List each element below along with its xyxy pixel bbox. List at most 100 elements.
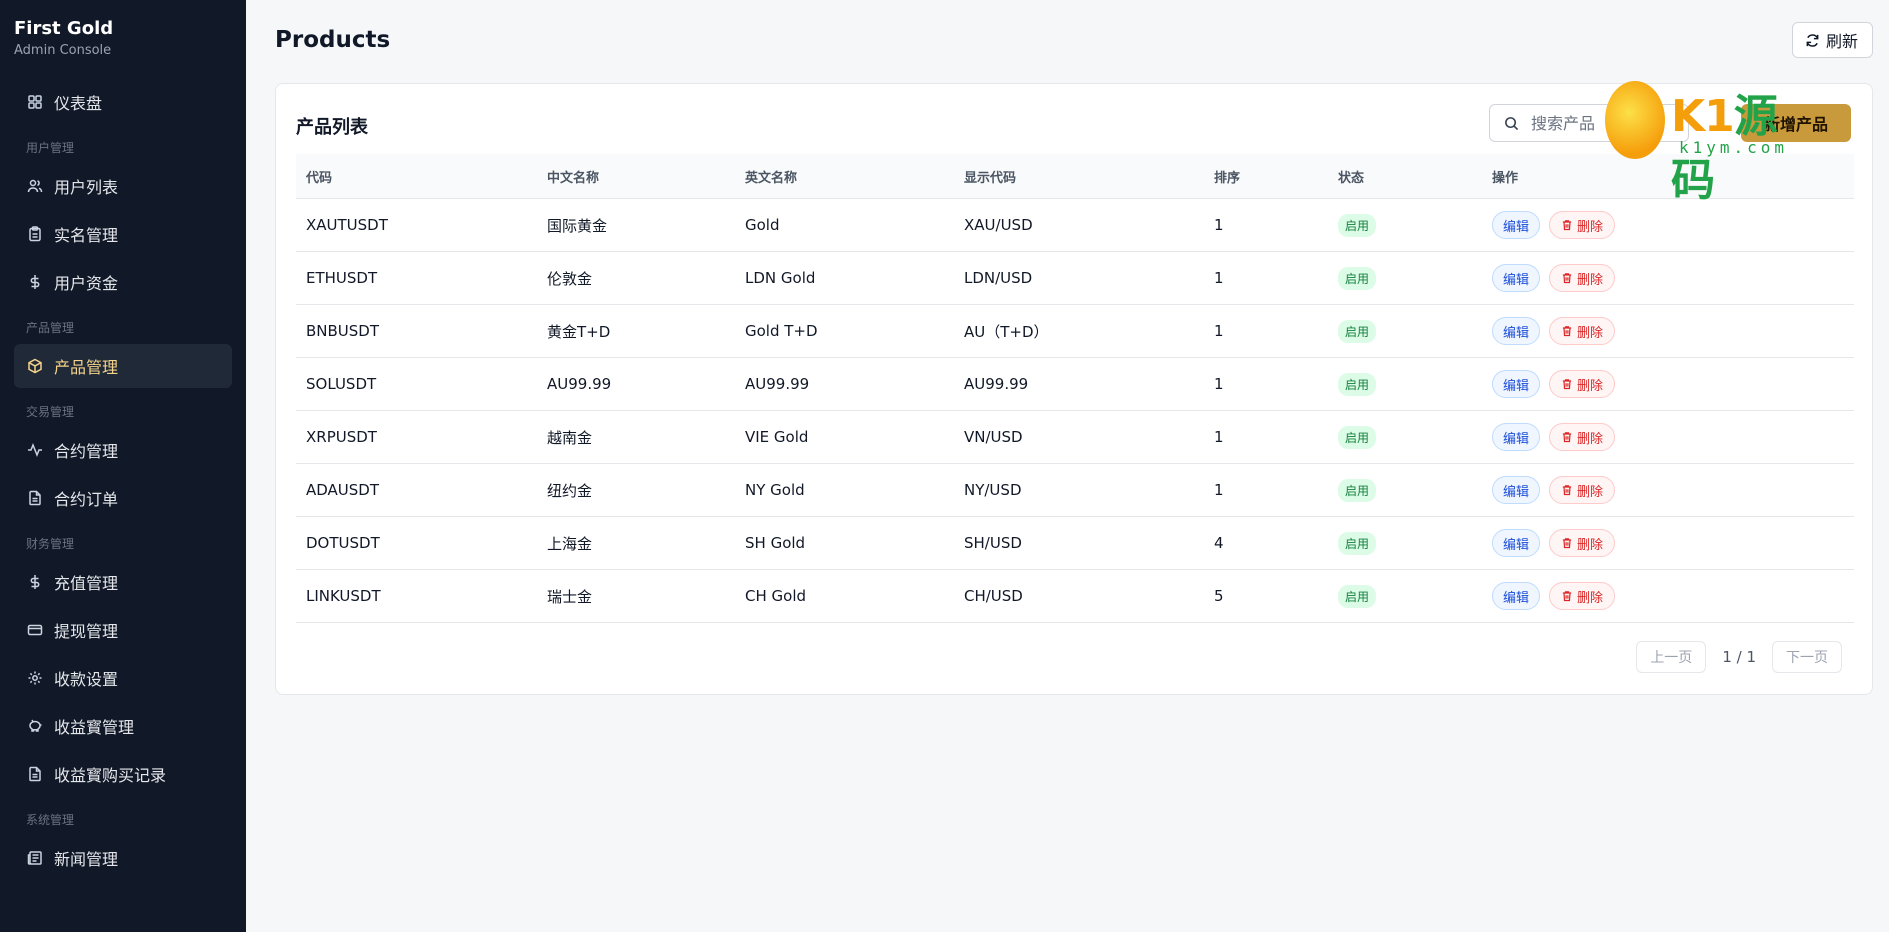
status-badge: 启用 [1338, 478, 1377, 502]
status-badge: 启用 [1338, 584, 1377, 608]
column-header-en-name: 英文名称 [745, 170, 798, 186]
page-title: Products [275, 27, 391, 53]
brand-name: First Gold [14, 18, 114, 39]
edit-button[interactable]: 编辑 [1492, 317, 1541, 345]
delete-button[interactable]: 删除 [1549, 317, 1616, 345]
edit-button[interactable]: 编辑 [1492, 423, 1541, 451]
cell-display-code: AU99.99 [964, 375, 1029, 393]
table-row: BNBUSDT 黄金T+D Gold T+D AU（T+D） 1 启用 编辑 删除 [296, 305, 1854, 358]
edit-button[interactable]: 编辑 [1492, 370, 1541, 398]
status-badge: 启用 [1338, 319, 1377, 343]
card-icon [27, 622, 43, 638]
sidebar-item-label: 收款设置 [54, 670, 119, 689]
sidebar-item-contracts[interactable]: 合约管理 [14, 428, 232, 472]
column-header-sort: 排序 [1214, 170, 1241, 186]
cell-sort: 1 [1214, 269, 1224, 287]
delete-label: 删除 [1577, 537, 1604, 553]
prev-page-button[interactable]: 上一页 [1636, 641, 1707, 673]
refresh-button[interactable]: 刷新 [1791, 22, 1873, 58]
delete-button[interactable]: 删除 [1549, 211, 1616, 239]
sidebar-item-contract-orders[interactable]: 合约订单 [14, 476, 232, 520]
cell-display-code: AU（T+D） [964, 322, 1049, 341]
watermark-logo: K1源码 k1ym.com [1605, 78, 1815, 206]
sidebar-item-label: 实名管理 [54, 226, 119, 245]
trash-icon [1561, 537, 1573, 549]
delete-button[interactable]: 删除 [1549, 582, 1616, 610]
edit-button[interactable]: 编辑 [1492, 582, 1541, 610]
sidebar-item-label: 合约订单 [54, 490, 119, 509]
trash-icon [1561, 325, 1573, 337]
sidebar-item-payment-settings[interactable]: 收款设置 [14, 656, 232, 700]
gear-icon [27, 670, 43, 686]
sidebar-item-dashboard[interactable]: 仪表盘 [14, 80, 232, 124]
cell-cn-name: 伦敦金 [547, 269, 593, 288]
sidebar-item-news[interactable]: 新闻管理 [14, 836, 232, 880]
delete-button[interactable]: 删除 [1549, 476, 1616, 504]
cell-en-name: Gold [745, 216, 780, 234]
cell-cn-name: 纽约金 [547, 481, 593, 500]
sidebar-item-label: 收益寳管理 [54, 718, 135, 737]
sidebar-section-title: 用户管理 [26, 141, 75, 155]
table-row: SOLUSDT AU99.99 AU99.99 AU99.99 1 启用 编辑 删除 [296, 358, 1854, 411]
watermark-domain: k1ym.com [1679, 138, 1789, 157]
cell-sort: 1 [1214, 375, 1224, 393]
edit-button[interactable]: 编辑 [1492, 264, 1541, 292]
cell-code: BNBUSDT [306, 322, 380, 340]
cell-status: 启用 [1328, 425, 1482, 449]
file-icon [27, 766, 43, 782]
refresh-label: 刷新 [1825, 32, 1858, 51]
cell-actions: 编辑 删除 [1482, 582, 1854, 610]
table-row: LINKUSDT 瑞士金 CH Gold CH/USD 5 启用 编辑 删除 [296, 570, 1854, 623]
dollar-icon [27, 274, 43, 290]
cell-status: 启用 [1328, 213, 1482, 237]
sidebar-item-verification[interactable]: 实名管理 [14, 212, 232, 256]
cell-code: ETHUSDT [306, 269, 378, 287]
delete-button[interactable]: 删除 [1549, 264, 1616, 292]
sidebar-item-label: 充值管理 [54, 574, 119, 593]
cell-actions: 编辑 删除 [1482, 264, 1854, 292]
cell-actions: 编辑 删除 [1482, 317, 1854, 345]
sidebar-item-withdrawals[interactable]: 提现管理 [14, 608, 232, 652]
search-icon [1504, 116, 1519, 131]
watermark-letters-a: K1 [1671, 91, 1735, 142]
delete-label: 删除 [1577, 378, 1604, 394]
edit-button[interactable]: 编辑 [1492, 476, 1541, 504]
column-header-display-code: 显示代码 [964, 170, 1017, 186]
sidebar-item-yield-management[interactable]: 收益寳管理 [14, 704, 232, 748]
newspaper-icon [27, 850, 43, 866]
column-header-status: 状态 [1338, 170, 1365, 186]
column-header-code: 代码 [306, 170, 333, 186]
cell-status: 启用 [1328, 584, 1482, 608]
cell-actions: 编辑 删除 [1482, 370, 1854, 398]
sidebar-section-title: 财务管理 [26, 537, 75, 551]
cell-en-name: AU99.99 [745, 375, 810, 393]
delete-button[interactable]: 删除 [1549, 529, 1616, 557]
delete-label: 删除 [1577, 325, 1604, 341]
cell-actions: 编辑 删除 [1482, 423, 1854, 451]
edit-button[interactable]: 编辑 [1492, 211, 1541, 239]
cell-en-name: Gold T+D [745, 322, 818, 340]
delete-button[interactable]: 删除 [1549, 370, 1616, 398]
piggy-bank-icon [27, 718, 43, 734]
sidebar-item-deposits[interactable]: 充值管理 [14, 560, 232, 604]
edit-button[interactable]: 编辑 [1492, 529, 1541, 557]
sidebar: First Gold Admin Console 仪表盘 用户管理 用户列表 实… [0, 0, 246, 932]
status-badge: 启用 [1338, 531, 1377, 555]
cell-code: LINKUSDT [306, 587, 381, 605]
cell-status: 启用 [1328, 478, 1482, 502]
product-table: 代码 中文名称 英文名称 显示代码 排序 状态 操作 XAUTUSDT 国际黄金 G… [296, 154, 1854, 623]
sidebar-section-title: 产品管理 [26, 321, 75, 335]
cell-display-code: XAU/USD [964, 216, 1033, 234]
sidebar-item-yield-purchases[interactable]: 收益寳购买记录 [14, 752, 232, 796]
delete-button[interactable]: 删除 [1549, 423, 1616, 451]
cell-code: XRPUSDT [306, 428, 377, 446]
trash-icon [1561, 484, 1573, 496]
next-page-button[interactable]: 下一页 [1772, 641, 1842, 673]
cell-actions: 编辑 删除 [1482, 211, 1854, 239]
trash-icon [1561, 272, 1573, 284]
sidebar-item-user-funds[interactable]: 用户资金 [14, 260, 232, 304]
sidebar-item-products[interactable]: 产品管理 [14, 344, 232, 388]
sidebar-item-label: 用户列表 [54, 178, 119, 197]
sidebar-item-user-list[interactable]: 用户列表 [14, 164, 232, 208]
clipboard-icon [27, 226, 43, 242]
